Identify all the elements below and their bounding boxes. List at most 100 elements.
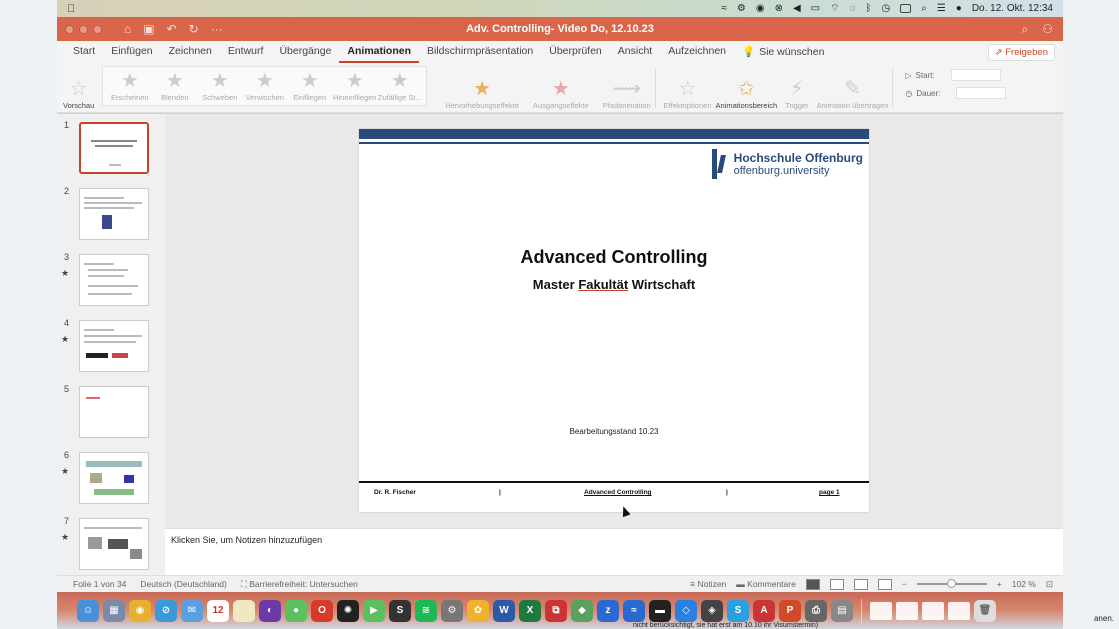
- apple-icon[interactable]: : [67, 3, 75, 15]
- animation-pane[interactable]: ✩ Animationsbereich: [715, 66, 777, 110]
- tab-einfuegen[interactable]: Einfügen: [103, 41, 160, 63]
- zoom-slider[interactable]: [916, 579, 987, 588]
- slide-subtitle[interactable]: Master Fakultät Wirtschaft: [359, 277, 869, 292]
- trigger-button[interactable]: ⚡ Trigger: [785, 66, 808, 110]
- thumbnail-6[interactable]: 6 ★: [57, 450, 165, 510]
- thumbnail-2[interactable]: 2: [57, 186, 165, 246]
- preview-group[interactable]: ☆ Vorschau: [63, 66, 94, 110]
- wifi-app-icon[interactable]: ≈: [623, 599, 645, 622]
- notes-toggle[interactable]: ≡ Notizen: [690, 579, 726, 589]
- zoom-out-button[interactable]: −: [902, 579, 907, 589]
- settings-icon[interactable]: ⚙: [441, 599, 463, 622]
- accessibility-checker[interactable]: ⛶ Barrierefreiheit: Untersuchen: [241, 579, 358, 590]
- slide-canvas[interactable]: Hochschule Offenburg offenburg.universit…: [359, 129, 869, 512]
- wifi-signal-icon[interactable]: ⌔: [830, 2, 839, 15]
- tab-entwurf[interactable]: Entwurf: [220, 41, 272, 63]
- chrome-icon[interactable]: ◉: [129, 599, 151, 622]
- search-icon[interactable]: ⌕: [1022, 22, 1029, 37]
- opera-icon[interactable]: O: [311, 599, 333, 622]
- screen-icon[interactable]: ◉: [756, 3, 765, 14]
- normal-view-button[interactable]: [805, 578, 820, 590]
- bluetooth-icon[interactable]: ᛒ: [865, 3, 871, 14]
- app-icon[interactable]: ⊗: [775, 3, 783, 14]
- tab-bildschirmpraesentation[interactable]: Bildschirmpräsentation: [419, 41, 541, 63]
- calendar-icon[interactable]: 12: [207, 599, 229, 622]
- app-icon[interactable]: ◈: [701, 599, 723, 622]
- control-center-icon[interactable]: ☰: [937, 3, 946, 14]
- app-icon[interactable]: ▤: [831, 599, 853, 622]
- thumbnail-1[interactable]: 1: [57, 120, 165, 180]
- redo-icon[interactable]: ↻: [189, 22, 199, 36]
- anim-erscheinen[interactable]: ★ Erscheinen: [107, 71, 152, 105]
- tab-zeichnen[interactable]: Zeichnen: [161, 41, 220, 63]
- comments-toggle[interactable]: ▬ Kommentare: [736, 579, 796, 589]
- battery-icon[interactable]: [900, 4, 912, 13]
- minimized-window[interactable]: [922, 601, 944, 620]
- anim-hineinfliegen[interactable]: ★ Hineinfliegen: [332, 71, 377, 105]
- fit-slide-icon[interactable]: ⊡: [1046, 579, 1053, 590]
- spotify-icon[interactable]: ≋: [415, 599, 437, 622]
- chatgpt-icon[interactable]: ✺: [337, 599, 359, 622]
- sorter-view-button[interactable]: [829, 578, 844, 590]
- tab-ueberpruefen[interactable]: Überprüfen: [541, 41, 610, 63]
- minimized-window[interactable]: [948, 601, 970, 620]
- excel-icon[interactable]: X: [519, 599, 541, 622]
- powerpoint-icon[interactable]: P: [779, 599, 801, 622]
- anim-zufaellig[interactable]: ★ Zufällige St...: [377, 71, 422, 105]
- anim-verwischen[interactable]: ★ Verwischen: [242, 71, 287, 105]
- slideshow-view-button[interactable]: [877, 578, 892, 590]
- slide-title[interactable]: Advanced Controlling: [359, 247, 869, 268]
- zoom-button[interactable]: [93, 24, 102, 34]
- undo-icon[interactable]: ↶: [167, 22, 177, 36]
- word-icon[interactable]: W: [493, 599, 515, 622]
- search-icon[interactable]: ⌕: [921, 3, 927, 14]
- zoom-app-icon[interactable]: z: [597, 599, 619, 622]
- terminal-icon[interactable]: ▬: [649, 599, 671, 622]
- facetime-icon[interactable]: ▶: [363, 599, 385, 622]
- thumbnail-5[interactable]: 5: [57, 384, 165, 444]
- thumbnail-4[interactable]: 4 ★: [57, 318, 165, 378]
- more-icon[interactable]: ···: [211, 22, 223, 36]
- tab-ansicht[interactable]: Ansicht: [610, 41, 660, 63]
- share-button[interactable]: ⇗ Freigeben: [987, 43, 1055, 61]
- tab-aufzeichnen[interactable]: Aufzeichnen: [660, 41, 734, 63]
- minimize-button[interactable]: [79, 24, 88, 34]
- minimized-window[interactable]: [896, 601, 918, 620]
- thumbnail-7[interactable]: 7 ★: [57, 516, 165, 576]
- emphasis-effects[interactable]: ★ Hervorhebungseffekte: [445, 66, 519, 110]
- language-indicator[interactable]: Deutsch (Deutschland): [140, 579, 226, 589]
- wifi-icon[interactable]: ≈: [721, 3, 727, 14]
- acrobat-icon[interactable]: A: [753, 599, 775, 622]
- effect-options[interactable]: ☆ Effektoptionen: [664, 66, 712, 110]
- thumbnail-3[interactable]: 3 ★: [57, 252, 165, 312]
- app-icon[interactable]: ◆: [571, 599, 593, 622]
- display-icon[interactable]: ▭: [811, 3, 820, 14]
- help-search[interactable]: 💡 Sie wünschen: [734, 41, 832, 63]
- siri-icon[interactable]: ●: [956, 3, 962, 14]
- notes-app-icon[interactable]: [233, 599, 255, 622]
- messages-icon[interactable]: ●: [285, 599, 307, 622]
- save-icon[interactable]: ▣: [143, 22, 154, 36]
- minimized-window[interactable]: [870, 601, 892, 620]
- tab-start[interactable]: Start: [65, 41, 103, 63]
- firefox-icon[interactable]: ◐: [259, 599, 281, 622]
- clock-icon[interactable]: ◷: [881, 3, 890, 14]
- duration-input[interactable]: [956, 87, 1007, 99]
- launchpad-icon[interactable]: ▦: [103, 599, 125, 622]
- close-button[interactable]: [65, 24, 74, 34]
- animation-painter[interactable]: ✎ Animation übertragen: [817, 66, 889, 110]
- tab-uebergaenge[interactable]: Übergänge: [271, 41, 339, 63]
- tab-animationen[interactable]: Animationen: [339, 41, 420, 63]
- skype-icon[interactable]: S: [727, 599, 749, 622]
- zoom-in-button[interactable]: +: [997, 579, 1002, 589]
- dropbox-icon[interactable]: ◇: [675, 599, 697, 622]
- zoom-knob[interactable]: [946, 579, 956, 588]
- trash-icon[interactable]: 🗑: [974, 599, 996, 622]
- volume-icon[interactable]: ◀: [793, 3, 801, 14]
- control-icon[interactable]: ⚙: [737, 3, 746, 14]
- snagit-icon[interactable]: ⧉: [545, 599, 567, 622]
- anim-blenden[interactable]: ★ Blenden: [152, 71, 197, 105]
- start-select[interactable]: [950, 69, 1001, 81]
- home-icon[interactable]: ⌂: [124, 22, 131, 36]
- motion-path[interactable]: ⟿ Pfadanimation: [603, 66, 651, 110]
